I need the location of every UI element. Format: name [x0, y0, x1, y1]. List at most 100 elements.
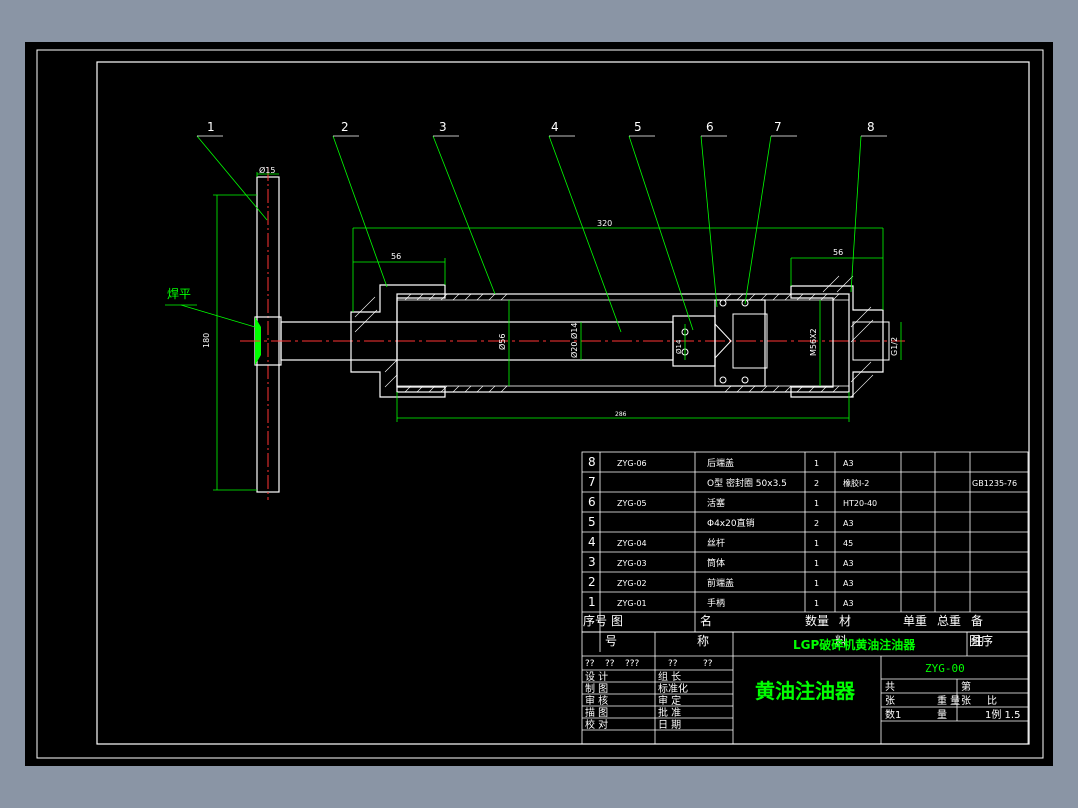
r2-b: 重 量 — [937, 694, 960, 707]
r2-d: 比 — [987, 695, 997, 707]
bom-no-4: 4 — [588, 535, 596, 549]
sign-review: 审 核 — [585, 694, 608, 707]
dim-handle-dia: Ø15 — [259, 165, 275, 175]
balloon-5: 5 — [634, 120, 642, 134]
sheet-info: 共 第 张 重 量 张 比 数1 量 1例 1.5 — [885, 680, 1020, 721]
dim-body-len: 286 — [615, 411, 627, 418]
dim-rod: Ø20 Ø14 — [569, 323, 579, 359]
r2-c: 张 — [961, 695, 971, 707]
bom-name-6: 活塞 — [707, 497, 725, 509]
bom-no-7: 7 — [588, 475, 596, 489]
o-ring-1 — [719, 299, 727, 307]
hdr-mat: 材 — [839, 614, 851, 628]
hdr-unit-w: 单重 — [903, 614, 927, 628]
qmark-4: ?? — [668, 659, 678, 669]
qmark-3: ??? — [625, 659, 640, 669]
bom-mat-8: A3 — [843, 459, 854, 468]
balloon-4: 4 — [551, 120, 559, 134]
bom-code-1: ZYG-01 — [617, 599, 647, 608]
bom-qty-2: 1 — [814, 579, 819, 588]
bom-name-1: 手柄 — [707, 597, 725, 609]
bom-mat-3: A3 — [843, 559, 854, 568]
bom-no-1: 1 — [588, 595, 596, 609]
sign-draw: 制 图 — [585, 682, 608, 695]
bom-qty-8: 1 — [814, 459, 819, 468]
qmark-1: ?? — [585, 659, 595, 669]
o-ring-3 — [719, 376, 727, 384]
bom-mat-1: A3 — [843, 599, 854, 608]
weld-note: 焊平 — [167, 286, 191, 301]
dim-thread: M56X2 — [809, 328, 818, 356]
sign-right: 组 长 标准化 审 定 批 准 日 期 — [658, 670, 688, 731]
sheet-current: 第 — [961, 680, 971, 693]
bom-qty-6: 1 — [814, 499, 819, 508]
bom-std-7: GB1235-76 — [972, 479, 1017, 488]
balloon-7: 7 — [774, 120, 782, 134]
r2-a: 张 — [885, 695, 895, 707]
dimension-texts: Ø15 320 56 56 286 180 Ø56 Ø20 Ø14 Ø14 M5… — [202, 165, 899, 418]
sign-date: 日 期 — [658, 719, 681, 731]
bom-name-3: 筒体 — [707, 557, 725, 569]
r3-b: 量 — [937, 709, 947, 721]
sign-approve: 审 定 — [658, 694, 681, 707]
bom-mat-7: 橡胶I-2 — [843, 478, 869, 488]
bom-qty-4: 1 — [814, 539, 819, 548]
hdr2-code: 号 — [605, 634, 617, 648]
bom-qty-5: 2 — [814, 519, 819, 528]
bom-code-2: ZYG-02 — [617, 579, 647, 588]
bom-qty-7: 2 — [814, 479, 819, 488]
sign-trace: 描 图 — [585, 706, 608, 719]
o-ring-4 — [741, 376, 749, 384]
balloon-3: 3 — [439, 120, 447, 134]
balloon-2: 2 — [341, 120, 349, 134]
hdr-no: 序号 — [583, 613, 607, 628]
sign-standard: 标准化 — [658, 682, 688, 695]
bom-mat-2: A3 — [843, 579, 854, 588]
balloon-6: 6 — [706, 120, 714, 134]
assembly-drawing: 1 2 3 4 5 6 7 8 Ø15 320 56 56 286 180 Ø5… — [165, 120, 905, 500]
dim-bore: Ø56 — [497, 334, 507, 350]
qmark-5: ?? — [703, 659, 713, 669]
bom-name-5: Φ4x20直销 — [707, 517, 755, 529]
piston — [714, 299, 766, 387]
sign-left: 设 计 制 图 审 核 描 图 校 对 — [585, 670, 608, 731]
hdr2-name: 称 — [697, 634, 709, 648]
sign-ratify: 批 准 — [658, 706, 681, 719]
bom-code-3: ZYG-03 — [617, 559, 647, 568]
dim-right-cap: 56 — [833, 248, 843, 257]
dim-handle-len: 180 — [202, 333, 211, 348]
bom-no-2: 2 — [588, 575, 596, 589]
bom-qty-1: 1 — [814, 599, 819, 608]
dim-port: G1/2 — [890, 337, 899, 356]
bom-header: 序号 图 名 数量 材 单重 总重 备 号 称 料 注 — [583, 613, 983, 648]
hdr-code: 图 — [611, 614, 623, 628]
bom-name-2: 前端盖 — [707, 577, 734, 589]
product-title: LGP破碎机黄油注油器 — [793, 637, 916, 652]
hdr-qty: 数量 — [805, 613, 829, 628]
bom-code-8: ZYG-06 — [617, 459, 647, 468]
sheet-no-label: 图序 — [969, 633, 993, 648]
balloon-1: 1 — [207, 120, 215, 134]
balloon-8: 8 — [867, 120, 875, 134]
drawing-canvas: 1 2 3 4 5 6 7 8 Ø15 320 56 56 286 180 Ø5… — [36, 49, 1044, 759]
part-name: 黄油注油器 — [755, 679, 856, 703]
bom-name-7: O型 密封圈 50x3.5 — [707, 477, 787, 489]
sign-leader: 组 长 — [658, 670, 681, 683]
bom-no-6: 6 — [588, 495, 596, 509]
sign-design: 设 计 — [585, 670, 608, 683]
dim-piston: Ø14 — [675, 339, 683, 354]
bom-mat-4: 45 — [843, 539, 853, 548]
balloon-labels: 1 2 3 4 5 6 7 8 — [207, 120, 875, 134]
drawing-sheet: 1 2 3 4 5 6 7 8 Ø15 320 56 56 286 180 Ø5… — [25, 42, 1053, 766]
drawing-number: ZYG-00 — [925, 662, 965, 675]
bom-no-5: 5 — [588, 515, 596, 529]
bom-name-4: 丝杆 — [707, 537, 725, 549]
hdr-name: 名 — [700, 613, 712, 628]
qmark-row: ?? ?? ??? ?? ?? — [585, 659, 713, 669]
bom-no-3: 3 — [588, 555, 596, 569]
sheet-total: 共 — [885, 681, 895, 693]
hdr-total-w: 总重 — [937, 614, 961, 628]
qmark-2: ?? — [605, 659, 615, 669]
bom-code-4: ZYG-04 — [617, 539, 647, 548]
cylinder-body — [396, 293, 850, 393]
